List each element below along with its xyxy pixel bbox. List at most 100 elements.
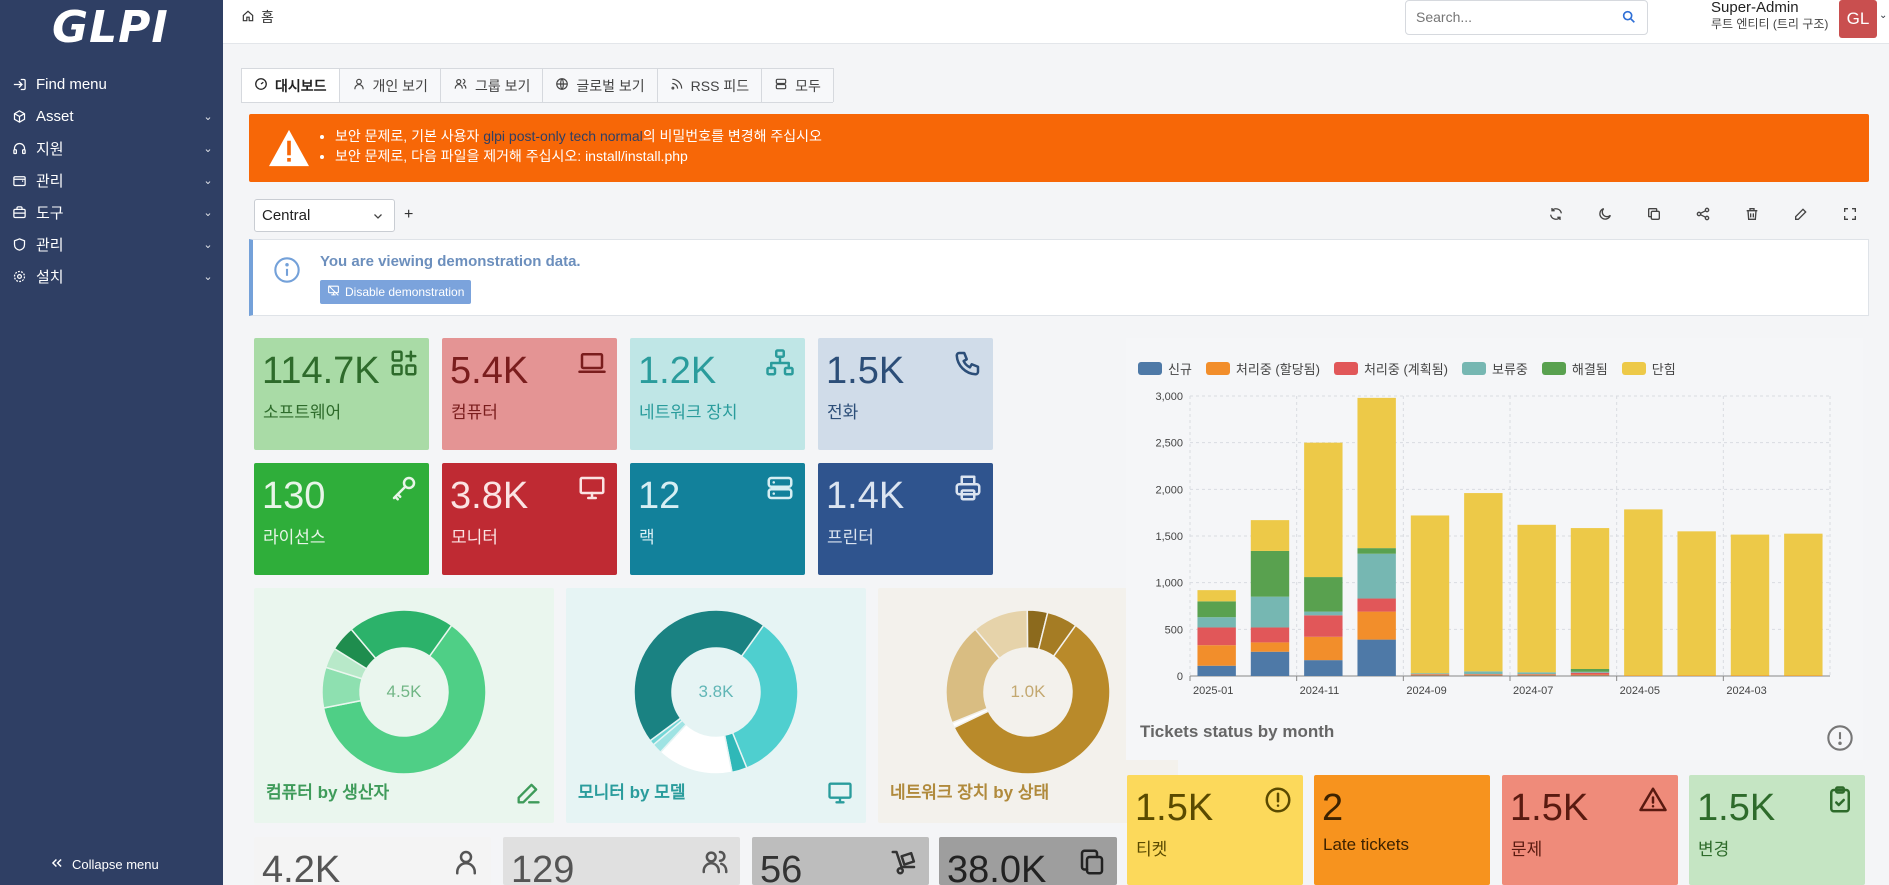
chart-bar-segment	[1197, 627, 1236, 646]
sidebar-item-find-menu[interactable]: Find menu	[0, 68, 223, 100]
stat-card-label: 티켓	[1136, 840, 1168, 859]
chart-bar-segment	[1197, 590, 1236, 602]
edit-icon[interactable]	[1789, 202, 1813, 226]
key-icon	[389, 473, 419, 507]
chart-bar-segment	[1250, 520, 1290, 551]
glpi-logo[interactable]: GLPI	[52, 2, 169, 53]
collapse-menu-button[interactable]: Collapse menu	[50, 856, 159, 873]
stat-card[interactable]: 12 랙	[630, 463, 805, 575]
stat-card-label: 랙	[639, 528, 655, 547]
donut-slice[interactable]	[633, 609, 765, 742]
stat-card[interactable]: 114.7K 소프트웨어	[254, 338, 429, 450]
chevron-down-icon: ⌄	[203, 110, 213, 123]
sidebar-menu: Find menu Asset ⌄ 지원 ⌄ 관리 ⌄ 도구 ⌄ 관리 ⌄ 설치…	[0, 68, 223, 292]
tab-global-view[interactable]: 글로벌 보기	[542, 68, 658, 102]
headset-icon	[12, 141, 34, 156]
sidebar-item-asset[interactable]: Asset ⌄	[0, 100, 223, 132]
user-icon	[352, 77, 366, 94]
dashboard-toolbar	[1544, 202, 1862, 226]
moon-icon[interactable]	[1593, 202, 1617, 226]
tab-dashboard[interactable]: 대시보드	[241, 68, 340, 102]
search-icon[interactable]	[1621, 9, 1637, 29]
chart-bar-segment	[1304, 442, 1343, 578]
tab-rss-feed[interactable]: RSS 피드	[656, 68, 763, 102]
tab-label: 그룹 보기	[474, 77, 531, 94]
clone-icon[interactable]	[1642, 202, 1666, 226]
ticket-stat-card[interactable]: 1.5K 문제	[1502, 775, 1678, 885]
disable-demonstration-button[interactable]: Disable demonstration	[320, 280, 472, 304]
y-tick-label: 0	[1177, 671, 1183, 683]
chevron-down-icon[interactable]: ⌄	[1879, 10, 1887, 21]
dashboard-select[interactable]: Central	[254, 199, 395, 232]
stat-card[interactable]: 1.4K 프린터	[818, 463, 993, 575]
add-dashboard-button[interactable]: +	[404, 206, 413, 224]
ticket-stat-card[interactable]: 2 Late tickets	[1314, 775, 1490, 885]
refresh-icon[interactable]	[1544, 202, 1568, 226]
stat-card-value: 129	[511, 849, 575, 885]
chart-bar-segment	[1197, 665, 1236, 676]
shield-icon	[12, 237, 34, 252]
tab-group-view[interactable]: 그룹 보기	[439, 68, 544, 102]
ticket-stat-card[interactable]: 1.5K 변경	[1689, 775, 1865, 885]
chart-bar-segment	[1464, 671, 1503, 675]
fullscreen-icon[interactable]	[1838, 202, 1862, 226]
monitor-icon	[577, 473, 607, 507]
ticket-stat-card[interactable]: 1.5K 티켓	[1127, 775, 1303, 885]
stat-card-label: 소프트웨어	[263, 403, 342, 422]
search-box[interactable]	[1405, 0, 1648, 35]
stat-card[interactable]: 56	[752, 837, 929, 885]
info-circle-icon	[1263, 785, 1293, 819]
donut-chart-panel[interactable]: 4.5K 컴퓨터 by 생산자	[254, 588, 554, 823]
y-tick-label: 1,000	[1155, 578, 1183, 590]
tab-label: 개인 보기	[372, 77, 428, 94]
stat-card-value: 38.0K	[947, 849, 1047, 885]
chart-bar-segment	[1464, 674, 1503, 676]
x-tick-label: 2024-11	[1300, 685, 1340, 697]
chevron-down-icon: ⌄	[203, 142, 213, 155]
alert-line-install-file: 보안 문제로, 다음 파일을 제거해 주십시오: install/install…	[335, 146, 822, 166]
edit-icon	[514, 779, 542, 811]
alert-default-users-link[interactable]: glpi post-only tech normal	[483, 128, 643, 144]
sidebar-item-support[interactable]: 지원 ⌄	[0, 132, 223, 164]
chart-bar-segment	[1517, 674, 1556, 676]
stat-card[interactable]: 38.0K	[939, 837, 1117, 885]
trash-icon[interactable]	[1740, 202, 1764, 226]
stat-card[interactable]: 1.2K 네트워크 장치	[630, 338, 805, 450]
info-circle-icon[interactable]	[1826, 724, 1854, 756]
tab-all[interactable]: 모두	[761, 68, 834, 102]
alert-text: 보안 문제로, 기본 사용자	[335, 128, 484, 144]
breadcrumb-home[interactable]: 홈	[261, 7, 274, 27]
chart-bar-segment	[1250, 550, 1290, 597]
avatar[interactable]: GL	[1839, 0, 1877, 38]
stat-card[interactable]: 3.8K 모니터	[442, 463, 617, 575]
sidebar-item-tools[interactable]: 도구 ⌄	[0, 196, 223, 228]
home-icon	[241, 9, 255, 26]
dashboard-icon	[254, 77, 268, 94]
stat-card[interactable]: 1.5K 전화	[818, 338, 993, 450]
breadcrumb[interactable]: 홈	[241, 7, 274, 27]
stat-card-value: 114.7K	[262, 350, 380, 392]
tickets-status-chart-panel: 신규 처리중 (할당됨) 처리중 (계획됨) 보류중 해결됨 단힘 0 500 1,000 1,…	[1126, 338, 1863, 760]
stat-card[interactable]: 129	[503, 837, 740, 885]
tab-personal-view[interactable]: 개인 보기	[338, 68, 441, 102]
sidebar-item-administration[interactable]: 관리 ⌄	[0, 228, 223, 260]
user-menu[interactable]: Super-Admin 루트 엔티티 (트리 구조)	[1711, 0, 1828, 32]
stat-card[interactable]: 4.2K	[254, 837, 491, 885]
x-tick-label: 2024-03	[1726, 685, 1766, 697]
stat-card[interactable]: 130 라이선스	[254, 463, 429, 575]
search-input[interactable]	[1406, 1, 1606, 33]
stat-card-value: 4.2K	[262, 849, 341, 885]
chart-bar-segment	[1357, 553, 1396, 599]
sidebar-item-setup[interactable]: 설치 ⌄	[0, 260, 223, 292]
donut-chart-panel[interactable]: 3.8K 모니터 by 모델	[566, 588, 866, 823]
sidebar-item-management[interactable]: 관리 ⌄	[0, 164, 223, 196]
chevron-down-icon: ⌄	[203, 270, 213, 283]
stat-card-value: 1.5K	[1510, 787, 1589, 829]
sidebar-item-label: 관리	[36, 172, 64, 190]
chart-bar-segment	[1304, 577, 1343, 612]
sidebar-item-label: 도구	[36, 204, 64, 222]
chevron-down-icon: ⌄	[203, 174, 213, 187]
share-icon[interactable]	[1691, 202, 1715, 226]
stat-card[interactable]: 5.4K 컴퓨터	[442, 338, 617, 450]
donut-title: 네트워크 장치 by 상태	[890, 783, 1050, 802]
